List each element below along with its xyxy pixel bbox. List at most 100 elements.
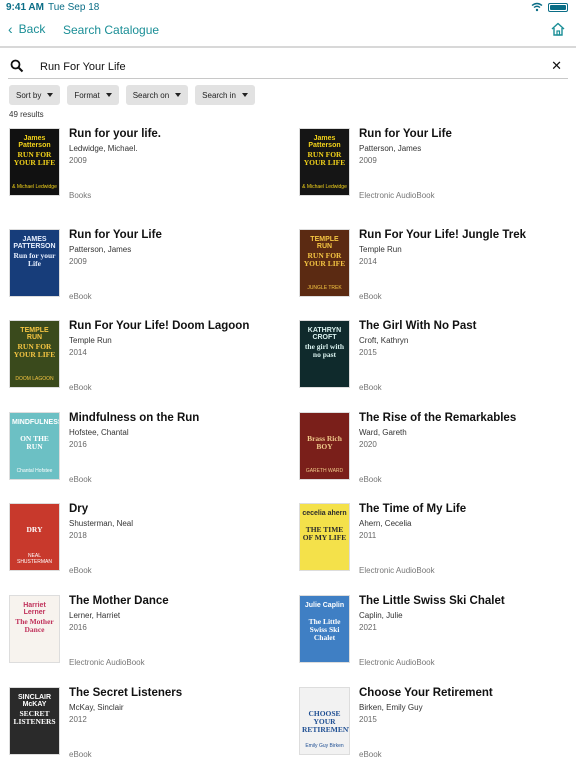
- result-item[interactable]: MINDFULNESS Chantal Hofstee ON THE RUN M…: [9, 412, 289, 492]
- cover-artwork-text: SECRET LISTENERS: [13, 709, 56, 726]
- cover-title: Julie Caplin: [304, 602, 345, 609]
- search-bar: ✕: [0, 55, 576, 79]
- result-info: Run For Your Life! Doom Lagoon Temple Ru…: [69, 320, 289, 392]
- search-on-dropdown[interactable]: Search on: [125, 85, 189, 105]
- result-year: 2020: [359, 440, 377, 449]
- status-time: 9:41 AM: [6, 2, 44, 13]
- result-year: 2015: [359, 715, 377, 724]
- filter-label: Sort by: [16, 90, 42, 100]
- status-icons: [531, 2, 568, 12]
- cover-artwork-text: RUN FOR YOUR LIFE: [13, 342, 56, 359]
- cover-author: DOOM LAGOON: [15, 375, 54, 382]
- result-year: 2014: [359, 257, 377, 266]
- book-cover: James Patterson & Michael Ledwidge RUN F…: [9, 128, 60, 196]
- book-cover: TEMPLE RUN DOOM LAGOON RUN FOR YOUR LIFE: [9, 320, 60, 388]
- clear-search-icon[interactable]: ✕: [551, 58, 562, 74]
- book-cover: MINDFULNESS Chantal Hofstee ON THE RUN: [9, 412, 60, 480]
- search-underline: [8, 78, 568, 79]
- back-button[interactable]: ‹ Back: [8, 22, 45, 36]
- result-item[interactable]: Harriet Lerner The Mother Dance The Moth…: [9, 595, 289, 675]
- page-title: Search Catalogue: [63, 23, 160, 37]
- book-cover: GARETH WARD Brass Rich BOY: [299, 412, 350, 480]
- result-info: The Mother Dance Lerner, Harriet 2016 El…: [69, 595, 289, 667]
- result-author: Lerner, Harriet: [69, 611, 121, 620]
- cover-artwork-text: RUN FOR YOUR LIFE: [303, 150, 346, 167]
- result-info: Choose Your Retirement Birken, Emily Guy…: [359, 687, 576, 759]
- result-year: 2012: [69, 715, 87, 724]
- result-author: Patterson, James: [359, 144, 422, 153]
- result-year: 2014: [69, 348, 87, 357]
- cover-artwork-text: CHOOSE YOUR RETIREMENT: [302, 709, 350, 734]
- result-year: 2016: [69, 623, 87, 632]
- result-format: Electronic AudioBook: [359, 658, 435, 667]
- result-year: 2009: [359, 156, 377, 165]
- result-author: McKay, Sinclair: [69, 703, 124, 712]
- result-item[interactable]: TEMPLE RUN JUNGLE TREK RUN FOR YOUR LIFE…: [299, 229, 576, 309]
- result-title: The Secret Listeners: [69, 687, 183, 699]
- result-year: 2016: [69, 440, 87, 449]
- result-info: Run For Your Life! Jungle Trek Temple Ru…: [359, 229, 576, 301]
- result-item[interactable]: cecelia ahern THE TIME OF MY LIFE The Ti…: [299, 503, 576, 583]
- search-input[interactable]: [40, 57, 520, 77]
- book-cover: TEMPLE RUN JUNGLE TREK RUN FOR YOUR LIFE: [299, 229, 350, 297]
- result-title: Run for Your Life: [69, 229, 162, 241]
- result-title: Run For Your Life! Jungle Trek: [359, 229, 526, 241]
- result-title: Run for Your Life: [359, 128, 452, 140]
- result-format: Electronic AudioBook: [359, 191, 435, 200]
- book-cover: SINCLAIR McKAY SECRET LISTENERS: [9, 687, 60, 755]
- result-item[interactable]: James Patterson & Michael Ledwidge RUN F…: [9, 128, 289, 208]
- result-format: Electronic AudioBook: [69, 658, 145, 667]
- result-item[interactable]: KATHRYN CROFT the girl with no past The …: [299, 320, 576, 400]
- result-info: The Little Swiss Ski Chalet Caplin, Juli…: [359, 595, 576, 667]
- result-format: eBook: [69, 566, 92, 575]
- result-title: Run for your life.: [69, 128, 161, 140]
- filter-label: Format: [74, 90, 100, 100]
- cover-artwork-text: The Mother Dance: [15, 617, 54, 634]
- result-title: The Mother Dance: [69, 595, 169, 607]
- result-item[interactable]: JAMES PATTERSON Run for your Life Run fo…: [9, 229, 289, 309]
- result-item[interactable]: NEAL SHUSTERMAN DRY Dry Shusterman, Neal…: [9, 503, 289, 583]
- nav-bar: ‹ Back Search Catalogue: [0, 16, 576, 46]
- cover-artwork-text: THE TIME OF MY LIFE: [302, 525, 347, 542]
- cover-title: Harriet Lerner: [23, 602, 46, 617]
- book-cover: Emily Guy Birken CHOOSE YOUR RETIREMENT: [299, 687, 350, 755]
- result-author: Patterson, James: [69, 245, 132, 254]
- result-title: Mindfulness on the Run: [69, 412, 200, 424]
- result-author: Temple Run: [69, 336, 112, 345]
- search-in-dropdown[interactable]: Search in: [195, 85, 255, 105]
- format-dropdown[interactable]: Format: [67, 85, 119, 105]
- result-item[interactable]: Julie Caplin The Little Swiss Ski Chalet…: [299, 595, 576, 675]
- filter-bar: Sort by Format Search on Search in: [9, 85, 255, 105]
- result-author: Ahern, Cecelia: [359, 519, 412, 528]
- result-format: eBook: [359, 475, 382, 484]
- result-year: 2011: [359, 531, 377, 540]
- cover-title: JAMES PATTERSON: [13, 236, 56, 251]
- result-title: The Rise of the Remarkables: [359, 412, 517, 424]
- chevron-left-icon: ‹: [8, 21, 13, 37]
- result-item[interactable]: GARETH WARD Brass Rich BOY The Rise of t…: [299, 412, 576, 492]
- result-title: The Time of My Life: [359, 503, 467, 515]
- result-item[interactable]: SINCLAIR McKAY SECRET LISTENERS The Secr…: [9, 687, 289, 767]
- cover-artwork-text: DRY: [26, 525, 43, 534]
- result-format: eBook: [69, 383, 92, 392]
- cover-title: MINDFULNESS: [12, 419, 60, 426]
- wifi-icon: [531, 2, 543, 12]
- home-icon[interactable]: [550, 21, 566, 37]
- sort-by-dropdown[interactable]: Sort by: [9, 85, 61, 105]
- result-format: eBook: [69, 475, 92, 484]
- result-info: Run for Your Life Patterson, James 2009 …: [69, 229, 289, 301]
- caret-down-icon: [241, 93, 248, 97]
- cover-title: KATHRYN CROFT: [307, 327, 342, 342]
- result-year: 2015: [359, 348, 377, 357]
- cover-author: & Michael Ledwidge: [12, 183, 57, 190]
- cover-artwork-text: Run for your Life: [13, 251, 56, 268]
- result-item[interactable]: TEMPLE RUN DOOM LAGOON RUN FOR YOUR LIFE…: [9, 320, 289, 400]
- book-cover: cecelia ahern THE TIME OF MY LIFE: [299, 503, 350, 571]
- battery-icon: [548, 2, 568, 12]
- result-format: eBook: [359, 383, 382, 392]
- result-title: Run For Your Life! Doom Lagoon: [69, 320, 250, 332]
- result-format: eBook: [69, 292, 92, 301]
- result-item[interactable]: James Patterson & Michael Ledwidge RUN F…: [299, 128, 576, 208]
- result-item[interactable]: Emily Guy Birken CHOOSE YOUR RETIREMENT …: [299, 687, 576, 767]
- result-author: Ward, Gareth: [359, 428, 407, 437]
